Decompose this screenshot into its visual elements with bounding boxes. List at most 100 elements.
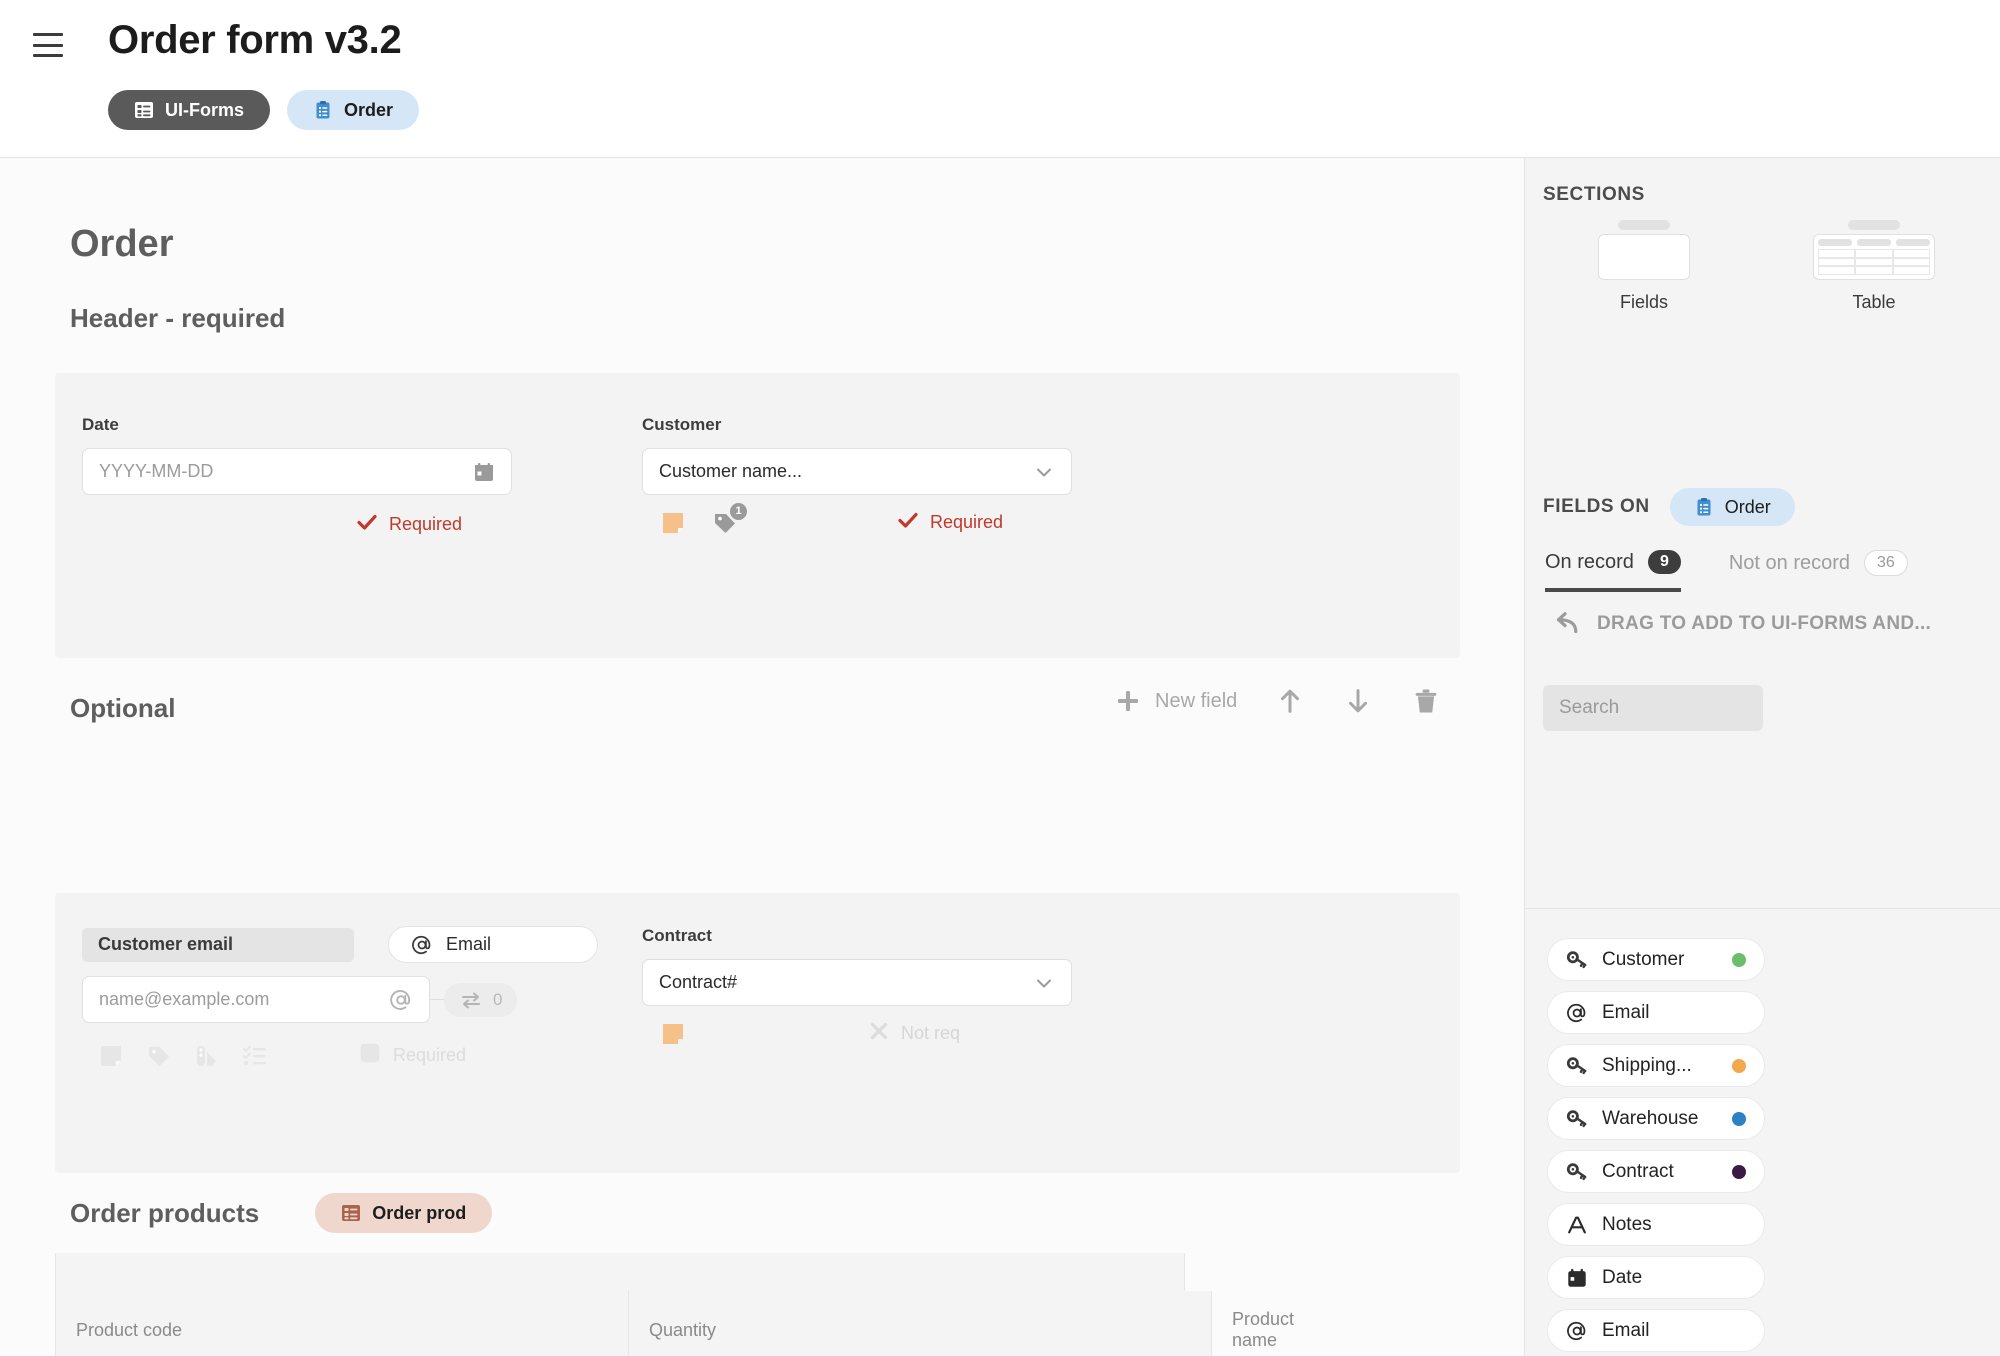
column-header-quantity[interactable]: Quantity	[628, 1291, 1212, 1356]
field-pill-warehouse[interactable]: Warehouse	[1547, 1097, 1765, 1140]
page-title: Order form v3.2	[108, 18, 402, 62]
customer-required-label: Required	[930, 512, 1004, 532]
email-field-name-input[interactable]: Customer email	[82, 927, 354, 962]
customer-required-indicator: Required	[897, 509, 1003, 536]
email-link-count-chip[interactable]: 0	[444, 982, 518, 1017]
customer-select[interactable]: Customer name...	[642, 448, 1072, 495]
checklist-icon[interactable]	[242, 1043, 268, 1069]
arrow-down-icon[interactable]	[1343, 686, 1373, 716]
field-pill-label: Warehouse	[1602, 1107, 1699, 1129]
table-thumb-box	[1813, 234, 1935, 280]
key-icon	[1566, 1108, 1588, 1130]
field-pill-status-dot	[1732, 1111, 1746, 1126]
key-icon	[1566, 1161, 1588, 1183]
chevron-down-icon[interactable]	[1033, 461, 1055, 483]
hamburger-icon[interactable]	[33, 33, 63, 57]
field-pill-label: Shipping...	[1602, 1054, 1692, 1076]
list-view-icon	[134, 100, 154, 120]
field-pill-email[interactable]: Email	[1547, 991, 1765, 1034]
check-icon	[356, 511, 378, 538]
order-products-chip-label: Order prod	[372, 1202, 467, 1223]
field-pill-status-dot	[1732, 952, 1746, 967]
tag-icon[interactable]	[146, 1043, 172, 1069]
at-icon	[1566, 1320, 1588, 1342]
fields-thumb-box	[1598, 234, 1690, 280]
calendar-icon	[1566, 1267, 1588, 1289]
field-pill-shipping[interactable]: Shipping...	[1547, 1044, 1765, 1087]
tag-badge: 1	[730, 502, 747, 520]
calendar-icon[interactable]	[473, 461, 495, 483]
table-thumb-icon	[1848, 220, 1900, 230]
fields-on-row: FIELDS ON Order	[1543, 488, 1795, 526]
fields-on-chip[interactable]: Order	[1669, 488, 1795, 526]
tag-icon[interactable]: 1	[712, 502, 747, 536]
key-icon	[1566, 949, 1588, 971]
date-input[interactable]: YYYY-MM-DD	[82, 448, 512, 495]
optional-toolbar: New field	[1115, 686, 1441, 716]
field-pill-status-dot	[1732, 1164, 1746, 1179]
tab-on-record[interactable]: On record 9	[1545, 550, 1681, 592]
new-field-button[interactable]: New field	[1115, 688, 1237, 714]
fields-thumb-icon	[1618, 220, 1670, 230]
email-link-count: 0	[493, 989, 503, 1009]
optional-panel: Customer email Email name@example.com 0 …	[55, 893, 1460, 1173]
key-icon	[1566, 1055, 1588, 1077]
contract-select-value: Contract#	[659, 972, 738, 992]
text-a-icon	[1566, 1214, 1588, 1236]
at-icon	[389, 988, 413, 1012]
breadcrumb-chip-ui-forms[interactable]: UI-Forms	[108, 90, 271, 130]
contract-field-label: Contract	[642, 926, 712, 945]
field-pill-date[interactable]: Date	[1547, 1256, 1765, 1299]
customer-select-value: Customer name...	[659, 461, 803, 481]
clipboard-icon	[1694, 497, 1714, 517]
section-heading-order-products: Order products	[70, 1197, 260, 1228]
email-field-type-label: Email	[446, 934, 492, 954]
note-icon[interactable]	[660, 1021, 686, 1047]
contract-not-required-indicator: Not req	[868, 1020, 960, 1047]
tab-not-on-record-count: 36	[1864, 550, 1908, 576]
email-field-type-chip[interactable]: Email	[388, 926, 598, 963]
palette-icon[interactable]	[194, 1043, 220, 1069]
field-pill-label: Date	[1602, 1266, 1643, 1288]
breadcrumb-chip-order[interactable]: Order	[287, 90, 420, 130]
tab-not-on-record-label: Not on record	[1728, 551, 1851, 574]
email-input[interactable]: name@example.com	[82, 976, 430, 1023]
email-required-label: Required	[393, 1045, 467, 1065]
section-card-fields-label: Fields	[1619, 292, 1668, 312]
form-title: Order	[70, 223, 174, 265]
breadcrumb-chip-label: Order	[344, 99, 394, 120]
field-pill-contract[interactable]: Contract	[1547, 1150, 1765, 1193]
table-top-strip	[55, 1253, 1185, 1291]
list-view-icon	[341, 1203, 361, 1223]
column-header-product-code[interactable]: Product code	[55, 1291, 629, 1356]
section-card-table-label: Table	[1852, 292, 1896, 312]
section-card-table[interactable]: Table	[1813, 220, 1935, 313]
section-heading-header: Header - required	[70, 303, 286, 333]
field-pill-label: Email	[1602, 1001, 1650, 1023]
chevron-down-icon[interactable]	[1033, 972, 1055, 994]
note-icon[interactable]	[660, 510, 686, 536]
tab-not-on-record[interactable]: Not on record 36	[1729, 550, 1908, 590]
section-card-fields[interactable]: Fields	[1583, 220, 1705, 313]
field-pill-email[interactable]: Email	[1547, 1309, 1765, 1352]
contract-select[interactable]: Contract#	[642, 959, 1072, 1006]
field-pill-label: Contract	[1602, 1160, 1674, 1182]
header-required-panel: Date YYYY-MM-DD Required Customer Custom…	[55, 373, 1460, 658]
trash-icon[interactable]	[1411, 686, 1441, 716]
field-pill-customer[interactable]: Customer	[1547, 938, 1765, 981]
field-pill-list: Customer Email Shipping... Warehouse Contrac…	[1547, 598, 1765, 1356]
sections-heading: SECTIONS	[1543, 184, 1645, 205]
note-icon[interactable]	[98, 1043, 124, 1069]
order-products-chip[interactable]: Order prod	[315, 1193, 493, 1233]
fields-on-heading: FIELDS ON	[1543, 496, 1650, 517]
tab-on-record-label: On record	[1545, 550, 1634, 573]
arrow-up-icon[interactable]	[1275, 686, 1305, 716]
field-pill-notes[interactable]: Notes	[1547, 1203, 1765, 1246]
customer-field-label: Customer	[642, 415, 722, 434]
breadcrumb: UI-Forms Order	[108, 90, 420, 130]
table-header-row: Product code Quantity Product name	[55, 1291, 1294, 1356]
email-required-toggle[interactable]: Required	[358, 1041, 466, 1070]
tab-on-record-count: 9	[1647, 550, 1681, 574]
date-field-label: Date	[82, 415, 119, 434]
new-field-label: New field	[1155, 689, 1238, 712]
